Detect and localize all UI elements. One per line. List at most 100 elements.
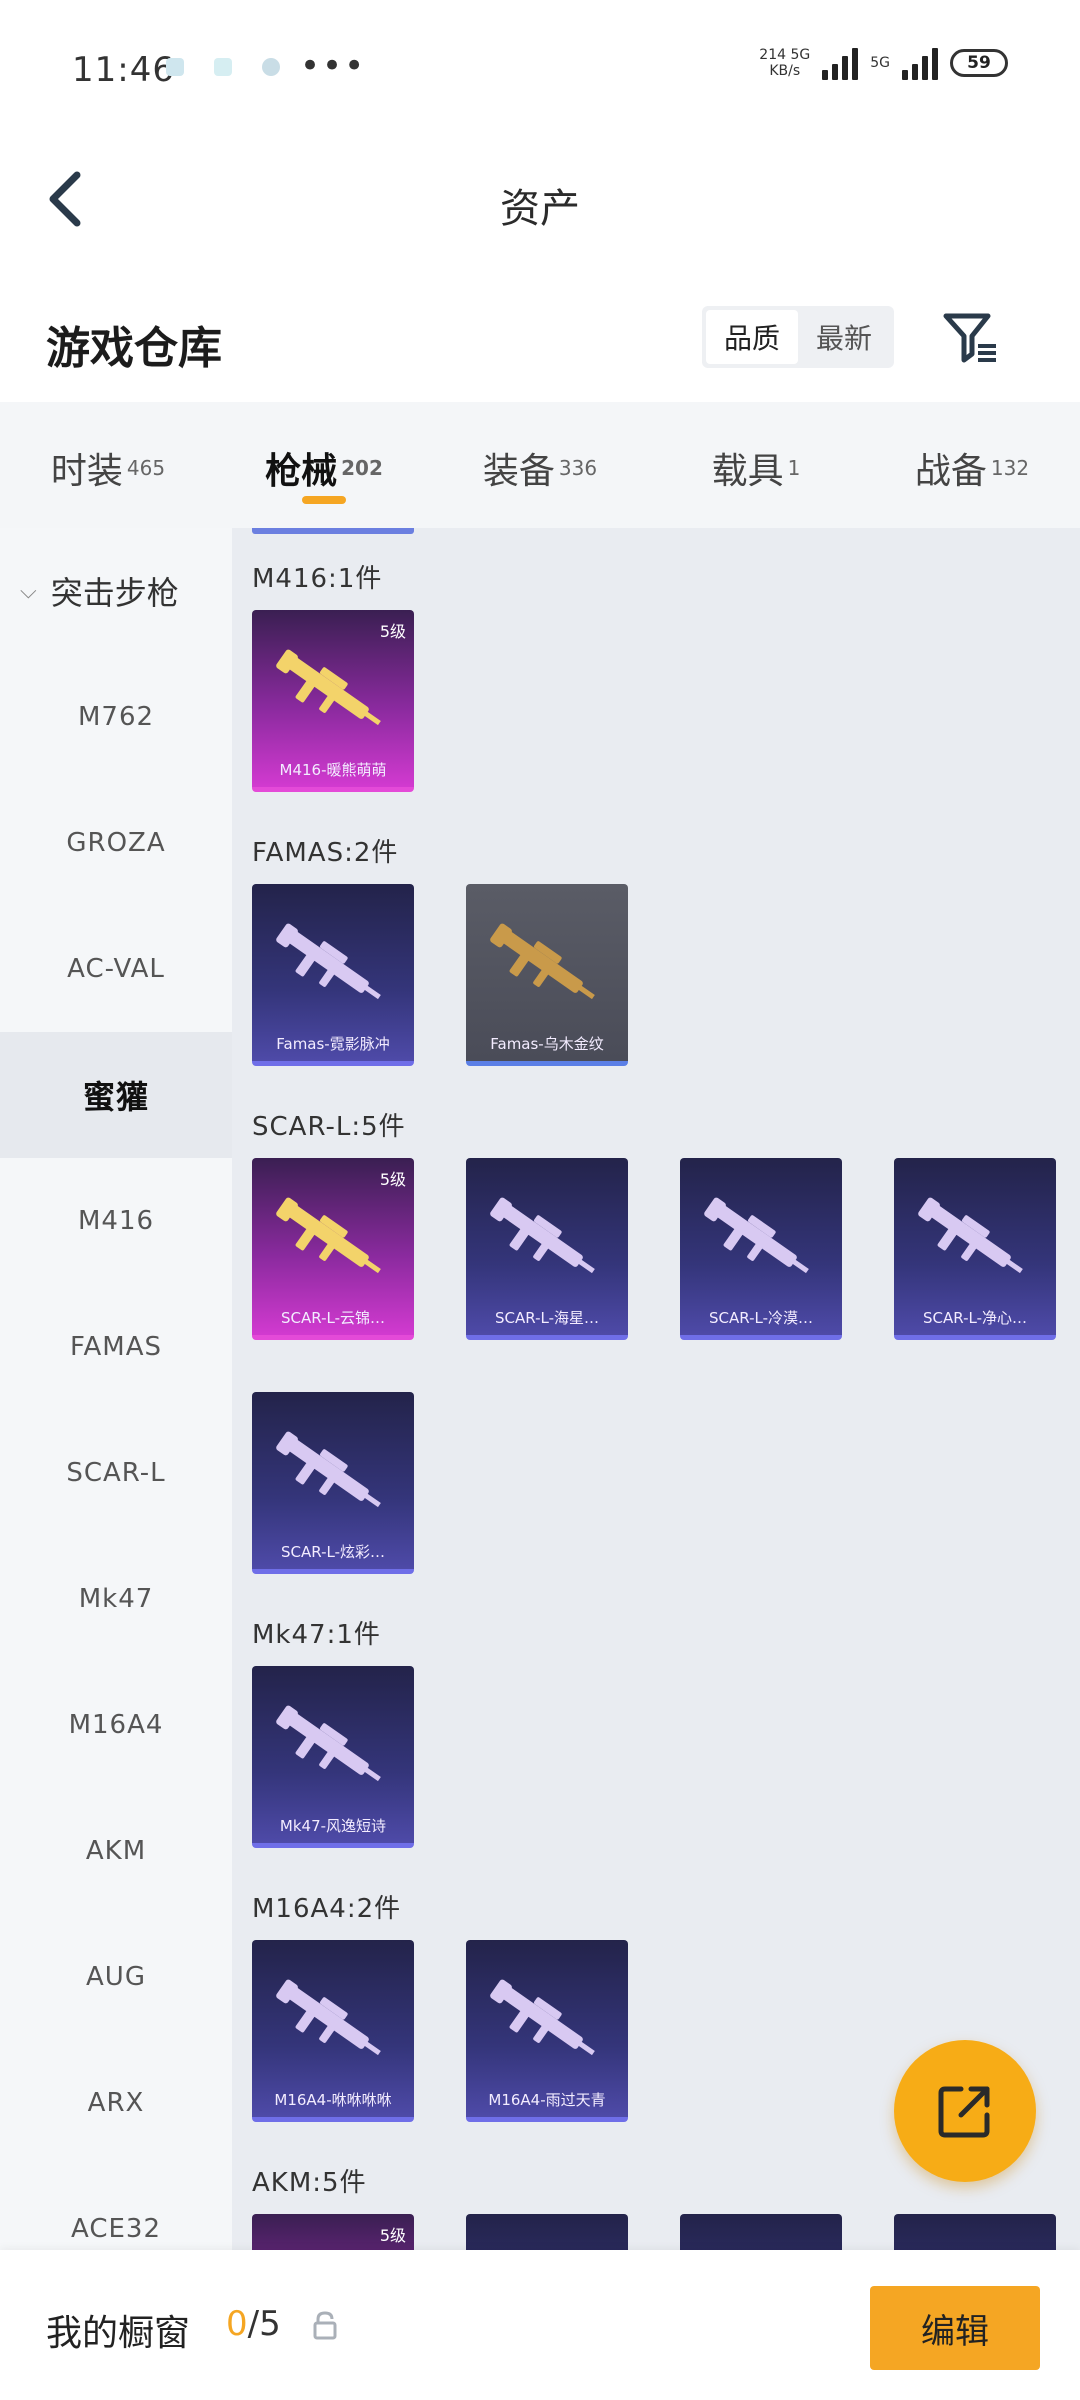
weapon-card[interactable]: 5级 M416-暖熊萌萌	[252, 610, 414, 792]
weapon-card[interactable]: Mk47-风逸短诗	[252, 1666, 414, 1848]
showcase-count: 0/5	[226, 2304, 281, 2344]
section-label: M416:1件	[252, 564, 383, 594]
net-speed-unit: KB/s	[769, 63, 801, 79]
tab-count: 465	[126, 456, 166, 480]
weapon-card[interactable]: M16A4-雨过天青	[466, 1940, 628, 2122]
sidebar-item-groza[interactable]: GROZA	[0, 780, 232, 906]
tab-label: 时装	[50, 451, 123, 492]
tier-badge: 5级	[379, 1170, 406, 1189]
weapon-grid: M416:1件 5级 M416-暖熊萌萌 FAMAS:2件 Famas-霓影脉冲 Fama…	[232, 528, 1080, 2250]
sort-toggle: 品质 最新	[702, 306, 894, 368]
rifle-icon	[276, 1705, 381, 1782]
tier-badge: 5级	[379, 622, 406, 641]
tab-fashion[interactable]: 时装 465	[0, 402, 216, 528]
tab-vehicles[interactable]: 载具 1	[648, 402, 864, 528]
weapon-card[interactable]: 5级 SCAR-L-云锦…	[252, 1158, 414, 1340]
sidebar-item-m16a4[interactable]: M16A4	[0, 1662, 232, 1788]
sidebar-group-assault-rifles[interactable]: ⌵ 突击步枪	[0, 528, 232, 654]
chevron-down-icon: ⌵	[20, 578, 37, 604]
warehouse-title: 游戏仓库	[46, 323, 222, 374]
rifle-icon	[704, 1197, 809, 1274]
weapon-card[interactable]: Famas-霓影脉冲	[252, 884, 414, 1066]
status-right: 214 5G KB/s 5G 59	[759, 46, 1008, 80]
sidebar-item-m416[interactable]: M416	[0, 1158, 232, 1284]
notification-icon	[262, 58, 280, 76]
section-label: M16A4:2件	[252, 1894, 402, 1924]
sidebar-item-ace32[interactable]: ACE32	[0, 2166, 232, 2250]
rifle-icon	[276, 649, 381, 726]
weapon-skin-name: M16A4-雨过天青	[488, 2090, 606, 2109]
signal-icon	[822, 46, 859, 80]
section-label: FAMAS:2件	[252, 838, 399, 868]
sidebar-item-ac-val[interactable]: AC-VAL	[0, 906, 232, 1032]
weapon-skin-name: Mk47-风逸短诗	[279, 1816, 387, 1835]
weapon-card[interactable]: SCAR-L-净心…	[894, 1158, 1056, 1340]
weapon-card[interactable]	[680, 2214, 842, 2250]
net-speed-value: 214	[759, 47, 787, 63]
sidebar-item-m762[interactable]: M762	[0, 654, 232, 780]
share-icon	[938, 2086, 990, 2138]
sidebar-item-aug[interactable]: AUG	[0, 1914, 232, 2040]
notification-icon	[214, 58, 232, 76]
weapon-card[interactable]: SCAR-L-炫彩…	[252, 1392, 414, 1574]
filter-icon	[943, 313, 996, 363]
tab-count: 202	[341, 456, 383, 480]
weapon-skin-name: M416-暖熊萌萌	[279, 760, 387, 779]
weapon-skin-name: M16A4-咻咻咻咻	[274, 2090, 392, 2109]
sidebar-item-famas[interactable]: FAMAS	[0, 1284, 232, 1410]
share-button[interactable]	[894, 2040, 1036, 2182]
rifle-icon	[918, 1197, 1023, 1274]
showcase-current: 0	[226, 2304, 248, 2344]
net-speed: 214 5G KB/s	[759, 47, 810, 79]
filter-button[interactable]	[940, 308, 1000, 368]
page-title: 资产	[500, 186, 580, 232]
rifle-icon	[490, 923, 595, 1000]
tab-label: 装备	[482, 451, 555, 492]
rifle-icon	[276, 1197, 381, 1274]
sort-quality-button[interactable]: 品质	[706, 310, 798, 364]
title-bar: 资产	[0, 140, 1080, 260]
rifle-icon	[490, 1197, 595, 1274]
tab-count: 1	[787, 456, 801, 480]
weapon-skin-name: SCAR-L-海星…	[495, 1308, 599, 1327]
weapon-skin-name: SCAR-L-云锦…	[281, 1308, 385, 1327]
rifle-icon	[490, 1979, 595, 2056]
weapon-card[interactable]: SCAR-L-海星…	[466, 1158, 628, 1340]
battery-icon: 59	[950, 49, 1008, 77]
weapon-card[interactable]	[466, 2214, 628, 2250]
weapon-card[interactable]: Famas-乌木金纹	[466, 884, 628, 1066]
sidebar-item-mk47[interactable]: Mk47	[0, 1536, 232, 1662]
weapon-card[interactable]: 5级	[252, 2214, 414, 2250]
section-label: SCAR-L:5件	[252, 1112, 406, 1142]
tab-combat-supplies[interactable]: 战备 132	[864, 402, 1080, 528]
tab-firearms[interactable]: 枪械 202	[216, 402, 432, 528]
edit-button[interactable]: 编辑	[870, 2286, 1040, 2370]
sidebar-item-scar-l[interactable]: SCAR-L	[0, 1410, 232, 1536]
rifle-icon	[276, 1979, 381, 2056]
tab-count: 336	[558, 456, 598, 480]
tab-equipment[interactable]: 装备 336	[432, 402, 648, 528]
weapon-skin-name: SCAR-L-净心…	[923, 1308, 1027, 1327]
bottom-bar: 我的橱窗 0/5 编辑	[0, 2250, 1080, 2400]
weapon-skin-name: Famas-乌木金纹	[490, 1034, 604, 1053]
weapon-skin-name: SCAR-L-炫彩…	[281, 1542, 385, 1561]
tab-count: 132	[990, 456, 1030, 480]
sidebar-item-akm[interactable]: AKM	[0, 1788, 232, 1914]
more-notifications-icon: •••	[300, 46, 367, 86]
notification-icons	[166, 58, 280, 76]
weapon-skin-name: Famas-霓影脉冲	[276, 1034, 390, 1053]
section-label: Mk47:1件	[252, 1620, 381, 1650]
scroll-edge-strip	[252, 528, 414, 534]
weapon-card[interactable]	[894, 2214, 1056, 2250]
rifle-icon	[276, 1431, 381, 1508]
weapon-card[interactable]: M16A4-咻咻咻咻	[252, 1940, 414, 2122]
sort-latest-button[interactable]: 最新	[798, 310, 890, 364]
showcase-label: 我的橱窗	[46, 2313, 191, 2354]
status-bar: 11:46 ••• 214 5G KB/s 5G 59	[0, 0, 1080, 120]
weapon-card[interactable]: SCAR-L-冷漠…	[680, 1158, 842, 1340]
sidebar-item-honey-badger[interactable]: 蜜獾	[0, 1032, 232, 1158]
tab-label: 载具	[711, 451, 784, 492]
section-label: AKM:5件	[252, 2168, 367, 2198]
sidebar-item-arx[interactable]: ARX	[0, 2040, 232, 2166]
lock-icon	[313, 2311, 337, 2340]
